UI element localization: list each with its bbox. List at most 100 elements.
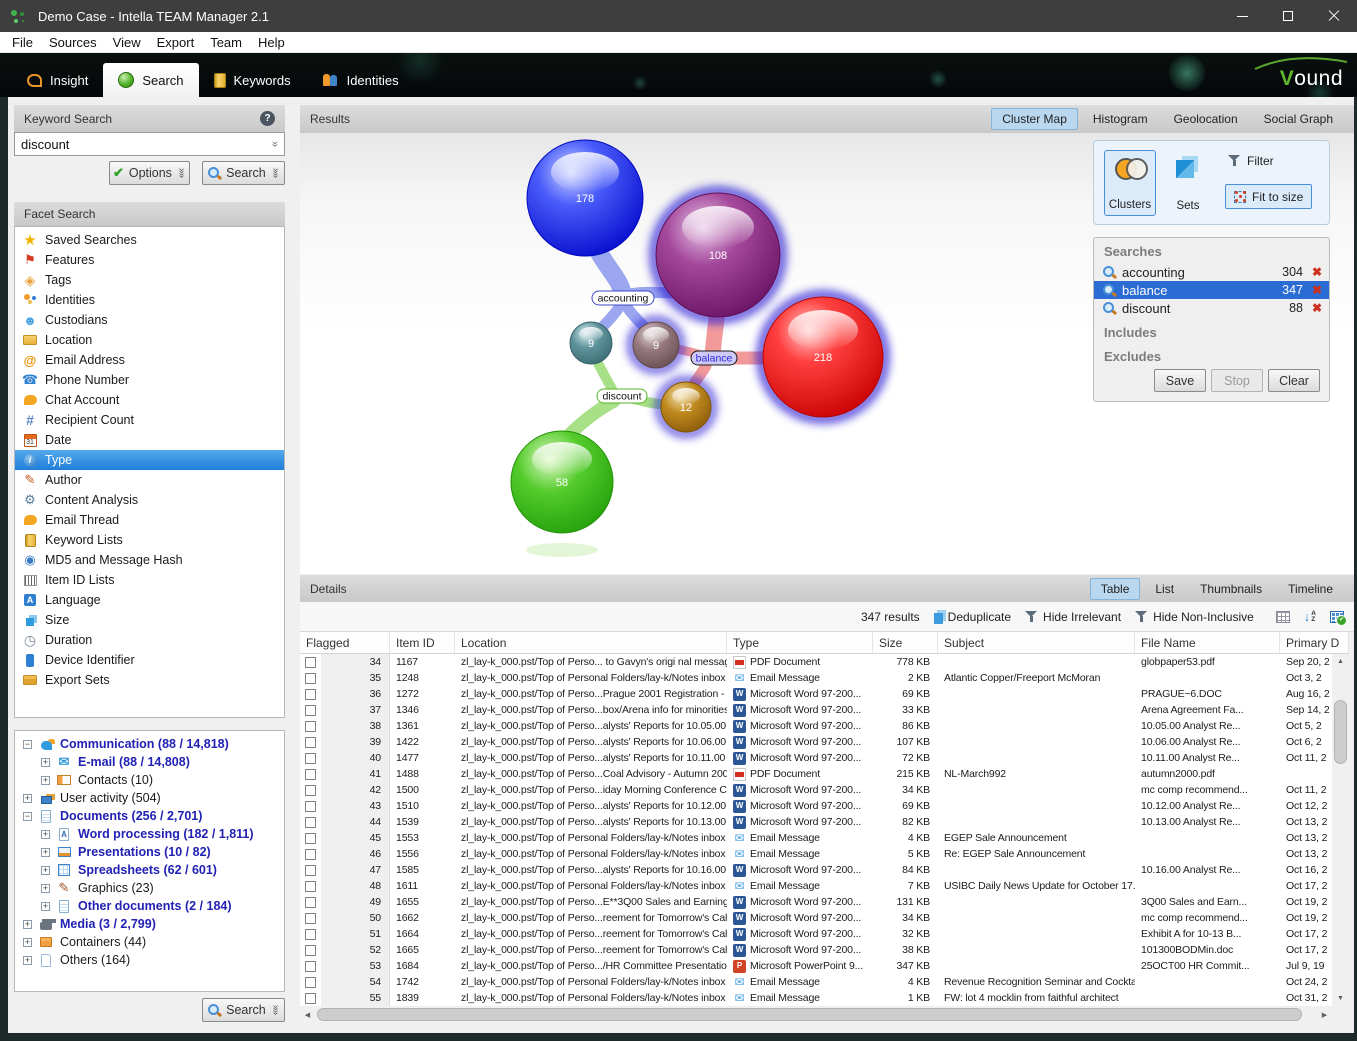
flag-checkbox[interactable] bbox=[305, 801, 316, 812]
flag-checkbox[interactable] bbox=[305, 689, 316, 700]
label-discount[interactable]: discount bbox=[597, 389, 647, 403]
results-tab-geolocation[interactable]: Geolocation bbox=[1163, 108, 1249, 130]
remove-search-icon[interactable]: ✖ bbox=[1309, 283, 1325, 297]
remove-search-icon[interactable]: ✖ bbox=[1309, 265, 1325, 279]
facet-item-identities[interactable]: Identities bbox=[15, 290, 284, 310]
scroll-left-icon[interactable]: ◀ bbox=[300, 1006, 315, 1023]
tree-item-presentations[interactable]: +Presentations (10 / 82) bbox=[15, 843, 284, 861]
table-row[interactable]: 541742zl_lay-k_000.pst/Top of Personal F… bbox=[300, 974, 1332, 990]
flag-checkbox[interactable] bbox=[305, 673, 316, 684]
scroll-right-icon[interactable]: ▶ bbox=[1317, 1006, 1332, 1023]
column-header-size[interactable]: Size bbox=[873, 632, 938, 653]
flag-checkbox[interactable] bbox=[305, 657, 316, 668]
clusters-button[interactable]: Clusters bbox=[1104, 150, 1156, 216]
facet-item-custodians[interactable]: ☻Custodians bbox=[15, 310, 284, 330]
tree-expander-icon[interactable]: + bbox=[41, 866, 50, 875]
tree-expander-icon[interactable]: + bbox=[41, 830, 50, 839]
facet-item-date[interactable]: 31Date bbox=[15, 430, 284, 450]
fit-to-size-button[interactable]: Fit to size bbox=[1225, 184, 1312, 209]
hide-noninclusive-button[interactable]: Hide Non-Inclusive bbox=[1135, 610, 1254, 624]
tree-item-containers[interactable]: +Containers (44) bbox=[15, 933, 284, 951]
column-header-location[interactable]: Location bbox=[455, 632, 727, 653]
menu-file[interactable]: File bbox=[4, 33, 41, 52]
details-tab-thumbnails[interactable]: Thumbnails bbox=[1189, 578, 1273, 600]
facet-item-md5-and-message-hash[interactable]: ◉MD5 and Message Hash bbox=[15, 550, 284, 570]
table-row[interactable]: 531684zl_lay-k_000.pst/Top of Perso.../H… bbox=[300, 958, 1332, 974]
flag-checkbox[interactable] bbox=[305, 737, 316, 748]
facet-item-author[interactable]: ✎Author bbox=[15, 470, 284, 490]
tree-item-word-processing[interactable]: +AWord processing (182 / 1,811) bbox=[15, 825, 284, 843]
menu-view[interactable]: View bbox=[105, 33, 149, 52]
table-row[interactable]: 501662zl_lay-k_000.pst/Top of Perso...re… bbox=[300, 910, 1332, 926]
flag-checkbox[interactable] bbox=[305, 769, 316, 780]
table-row[interactable]: 371346zl_lay-k_000.pst/Top of Perso...bo… bbox=[300, 702, 1332, 718]
tree-expander-icon[interactable]: + bbox=[41, 848, 50, 857]
table-vscrollbar[interactable]: ▲ ▼ bbox=[1332, 654, 1349, 1006]
column-header-item-id[interactable]: Item ID bbox=[390, 632, 455, 653]
flag-checkbox[interactable] bbox=[305, 833, 316, 844]
menu-team[interactable]: Team bbox=[202, 33, 250, 52]
column-header-primary-d[interactable]: Primary D bbox=[1280, 632, 1349, 653]
facet-item-location[interactable]: Location bbox=[15, 330, 284, 350]
flag-checkbox[interactable] bbox=[305, 993, 316, 1004]
table-row[interactable]: 361272zl_lay-k_000.pst/Top of Perso...Pr… bbox=[300, 686, 1332, 702]
tree-item-other-documents[interactable]: +Other documents (2 / 184) bbox=[15, 897, 284, 915]
scroll-up-icon[interactable]: ▲ bbox=[1332, 654, 1349, 669]
table-row[interactable]: 521665zl_lay-k_000.pst/Top of Perso...re… bbox=[300, 942, 1332, 958]
tree-item-documents[interactable]: −Documents (256 / 2,701) bbox=[15, 807, 284, 825]
close-button[interactable] bbox=[1311, 0, 1357, 32]
flag-checkbox[interactable] bbox=[305, 881, 316, 892]
details-tab-list[interactable]: List bbox=[1144, 578, 1185, 600]
facet-item-chat-account[interactable]: Chat Account bbox=[15, 390, 284, 410]
results-tab-social-graph[interactable]: Social Graph bbox=[1253, 108, 1344, 130]
facet-item-item-id-lists[interactable]: Item ID Lists bbox=[15, 570, 284, 590]
table-row[interactable]: 551839zl_lay-k_000.pst/Top of Personal F… bbox=[300, 990, 1332, 1006]
flag-checkbox[interactable] bbox=[305, 929, 316, 940]
clear-button[interactable]: Clear bbox=[1268, 369, 1320, 392]
chevron-down-icon[interactable]: « bbox=[269, 141, 281, 147]
menu-sources[interactable]: Sources bbox=[41, 33, 105, 52]
tree-expander-icon[interactable]: + bbox=[23, 920, 32, 929]
table-row[interactable]: 511664zl_lay-k_000.pst/Top of Perso...re… bbox=[300, 926, 1332, 942]
tree-item-spreadsheets[interactable]: +Spreadsheets (62 / 601) bbox=[15, 861, 284, 879]
facet-item-email-address[interactable]: @Email Address bbox=[15, 350, 284, 370]
search-row-discount[interactable]: discount88✖ bbox=[1094, 299, 1329, 317]
label-accounting[interactable]: accounting bbox=[592, 291, 654, 305]
column-header-flagged[interactable]: Flagged bbox=[300, 632, 390, 653]
keyword-search-button[interactable]: Search «« bbox=[202, 161, 285, 185]
help-icon[interactable]: ? bbox=[260, 111, 275, 126]
options-button[interactable]: ✔ Options «« bbox=[109, 161, 190, 185]
tab-insight[interactable]: Insight bbox=[12, 63, 103, 97]
remove-search-icon[interactable]: ✖ bbox=[1309, 301, 1325, 315]
tree-item-communication[interactable]: −Communication (88 / 14,818) bbox=[15, 735, 284, 753]
tree-expander-icon[interactable]: + bbox=[23, 938, 32, 947]
tree-item-user-activity[interactable]: +User activity (504) bbox=[15, 789, 284, 807]
tab-identities[interactable]: Identities bbox=[306, 63, 414, 97]
flag-checkbox[interactable] bbox=[305, 705, 316, 716]
table-row[interactable]: 411488zl_lay-k_000.pst/Top of Perso...Co… bbox=[300, 766, 1332, 782]
table-row[interactable]: 381361zl_lay-k_000.pst/Top of Perso...al… bbox=[300, 718, 1332, 734]
flag-checkbox[interactable] bbox=[305, 913, 316, 924]
tree-expander-icon[interactable]: − bbox=[23, 740, 32, 749]
hscrollbar-thumb[interactable] bbox=[317, 1008, 1302, 1021]
facet-item-size[interactable]: Size bbox=[15, 610, 284, 630]
table-row[interactable]: 451553zl_lay-k_000.pst/Top of Personal F… bbox=[300, 830, 1332, 846]
column-header-file-name[interactable]: File Name bbox=[1135, 632, 1280, 653]
facet-item-device-identifier[interactable]: Device Identifier bbox=[15, 650, 284, 670]
stop-button[interactable]: Stop bbox=[1211, 369, 1263, 392]
flag-checkbox[interactable] bbox=[305, 817, 316, 828]
column-chooser-button[interactable] bbox=[1330, 611, 1344, 623]
tree-expander-icon[interactable]: + bbox=[41, 758, 50, 767]
facet-item-duration[interactable]: ◷Duration bbox=[15, 630, 284, 650]
flag-checkbox[interactable] bbox=[305, 849, 316, 860]
flag-checkbox[interactable] bbox=[305, 721, 316, 732]
menu-help[interactable]: Help bbox=[250, 33, 293, 52]
tree-item-graphics[interactable]: +✎Graphics (23) bbox=[15, 879, 284, 897]
facet-item-email-thread[interactable]: Email Thread bbox=[15, 510, 284, 530]
keyword-search-input[interactable] bbox=[15, 137, 272, 152]
tree-expander-icon[interactable]: − bbox=[23, 812, 32, 821]
table-hscrollbar[interactable]: ◀ ▶ bbox=[300, 1006, 1332, 1023]
facet-item-export-sets[interactable]: Export Sets bbox=[15, 670, 284, 690]
vscrollbar-thumb[interactable] bbox=[1334, 700, 1347, 764]
search-row-accounting[interactable]: accounting304✖ bbox=[1094, 263, 1329, 281]
